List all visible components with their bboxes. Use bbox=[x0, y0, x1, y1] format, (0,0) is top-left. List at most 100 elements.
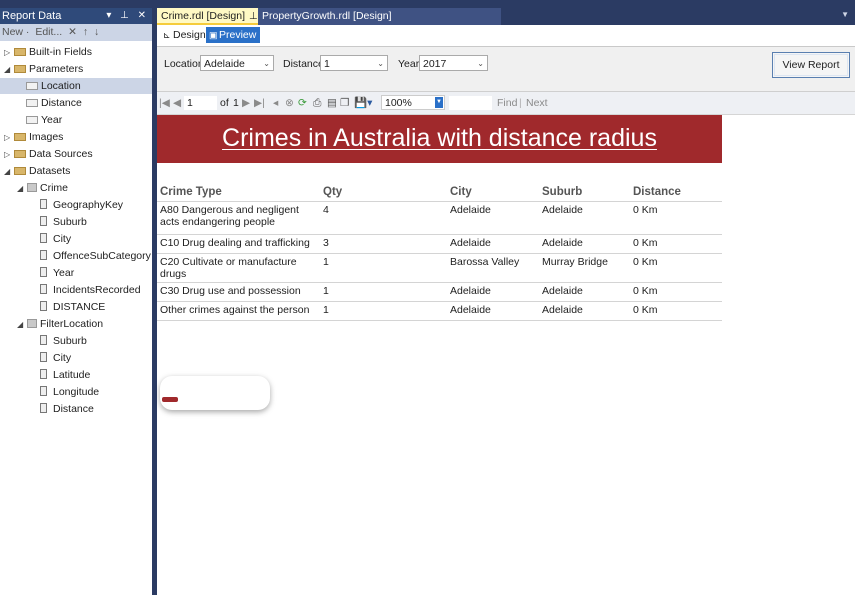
field-icon bbox=[40, 233, 47, 243]
cell-city: Adelaide bbox=[447, 201, 539, 235]
collapse-arrow-icon[interactable]: ◢ bbox=[17, 181, 27, 197]
parameter-icon bbox=[26, 99, 38, 107]
dataset-icon bbox=[27, 183, 37, 192]
expand-arrow-icon[interactable]: ▷ bbox=[4, 147, 14, 163]
move-up-icon[interactable]: ↑ bbox=[83, 26, 88, 38]
last-page-icon[interactable]: ▶| bbox=[254, 96, 265, 110]
tree-field[interactable]: Latitude bbox=[38, 367, 90, 383]
cell-distance: 0 Km bbox=[630, 234, 722, 254]
next-button[interactable]: Next bbox=[526, 96, 548, 110]
parameter-icon bbox=[26, 82, 38, 90]
tree-field[interactable]: Suburb bbox=[38, 214, 87, 230]
tree-field[interactable]: Year bbox=[38, 265, 74, 281]
tree-built-in-fields[interactable]: ▷ Built-in Fields bbox=[4, 44, 92, 60]
tab-crime-rdl[interactable]: Crime.rdl [Design]⊥✕ bbox=[157, 8, 270, 25]
table-row: A80 Dangerous and negligent acts endange… bbox=[157, 201, 722, 235]
preview-icon: ▣ bbox=[209, 30, 218, 40]
cell-crime-type: C10 Drug dealing and trafficking bbox=[157, 234, 320, 254]
tree-field[interactable]: City bbox=[38, 350, 71, 366]
total-pages: 1 bbox=[233, 97, 239, 109]
export-icon[interactable]: 💾▾ bbox=[354, 96, 372, 110]
cell-distance: 0 Km bbox=[630, 253, 722, 283]
cell-qty: 3 bbox=[320, 234, 447, 254]
of-label: of bbox=[220, 97, 229, 109]
popup-accent-mark bbox=[162, 397, 178, 402]
first-page-icon[interactable]: |◀ bbox=[159, 96, 170, 110]
preview-button[interactable]: ▣Preview bbox=[206, 27, 261, 43]
tree-images[interactable]: ▷ Images bbox=[4, 129, 63, 145]
delete-icon[interactable]: ✕ bbox=[68, 26, 77, 38]
collapse-arrow-icon[interactable]: ◢ bbox=[4, 62, 14, 78]
tree-datasets[interactable]: ◢ Datasets bbox=[4, 163, 70, 179]
tree-dataset-crime[interactable]: ◢ Crime bbox=[17, 180, 68, 196]
year-select[interactable]: 2017 ⌄ bbox=[419, 55, 488, 71]
tabs-dropdown-icon[interactable]: ▼ bbox=[841, 10, 849, 19]
table-row: C30 Drug use and possession 1 Adelaide A… bbox=[157, 282, 722, 302]
collapse-arrow-icon[interactable]: ◢ bbox=[17, 317, 27, 333]
page-setup-icon[interactable]: ❐ bbox=[340, 96, 349, 110]
expand-arrow-icon[interactable]: ▷ bbox=[4, 45, 14, 61]
report-title: Crimes in Australia with distance radius bbox=[157, 115, 722, 163]
collapse-arrow-icon[interactable]: ◢ bbox=[4, 164, 14, 180]
tree-param-year[interactable]: Year bbox=[26, 112, 62, 128]
tree-field[interactable]: City bbox=[38, 231, 71, 247]
find-button[interactable]: Find bbox=[497, 96, 517, 110]
find-input[interactable] bbox=[449, 96, 492, 110]
folder-icon bbox=[14, 48, 26, 56]
tree-field[interactable]: DISTANCE bbox=[38, 299, 105, 315]
back-icon[interactable]: ◂ bbox=[273, 96, 278, 110]
panel-window-buttons[interactable]: ▾ ⊥ ✕ bbox=[106, 8, 149, 24]
edit-button[interactable]: Edit... bbox=[35, 26, 62, 38]
cell-qty: 1 bbox=[320, 253, 447, 283]
panel-title: Report Data bbox=[2, 10, 62, 22]
crime-table: Crime Type Qty City Suburb Distance A80 … bbox=[157, 181, 722, 321]
previous-page-icon[interactable]: ◀ bbox=[173, 96, 181, 110]
cell-qty: 1 bbox=[320, 282, 447, 302]
next-page-icon[interactable]: ▶ bbox=[242, 96, 250, 110]
tab-propertygrowth-rdl[interactable]: PropertyGrowth.rdl [Design] bbox=[258, 8, 501, 25]
new-button[interactable]: New · bbox=[2, 26, 29, 38]
tree-parameters[interactable]: ◢ Parameters bbox=[4, 61, 83, 77]
tree-field[interactable]: Suburb bbox=[38, 333, 87, 349]
tree-param-distance[interactable]: Distance bbox=[26, 95, 82, 111]
field-icon bbox=[40, 199, 47, 209]
location-select[interactable]: Adelaide ⌄ bbox=[200, 55, 274, 71]
field-icon bbox=[40, 301, 47, 311]
stop-icon[interactable]: ⊗ bbox=[285, 96, 294, 110]
cell-suburb: Adelaide bbox=[539, 301, 630, 321]
column-header: Qty bbox=[320, 181, 447, 202]
page-number-input[interactable]: 1 bbox=[184, 96, 217, 110]
cell-crime-type: A80 Dangerous and negligent acts endange… bbox=[157, 201, 320, 235]
tree-dataset-filterlocation[interactable]: ◢ FilterLocation bbox=[17, 316, 103, 332]
expand-arrow-icon[interactable]: ▷ bbox=[4, 130, 14, 146]
cell-crime-type: C20 Cultivate or manufacture drugs bbox=[157, 253, 320, 283]
view-report-button[interactable]: View Report bbox=[772, 52, 850, 78]
tree-param-location[interactable]: Location bbox=[0, 78, 152, 94]
design-button[interactable]: ⊾ Design bbox=[160, 27, 210, 43]
parameter-bar: Location Adelaide ⌄ Distance 1 ⌄ Year 2017… bbox=[157, 47, 855, 92]
tree-field[interactable]: OffenceSubCategory bbox=[38, 248, 151, 264]
field-icon bbox=[40, 267, 47, 277]
print-icon[interactable]: ⎙ bbox=[313, 96, 321, 110]
refresh-icon[interactable]: ⟳ bbox=[298, 96, 307, 110]
tree-data-sources[interactable]: ▷ Data Sources bbox=[4, 146, 93, 162]
pin-icon[interactable]: ⊥ bbox=[249, 11, 258, 22]
tree-field[interactable]: IncidentsRecorded bbox=[38, 282, 141, 298]
print-layout-icon[interactable]: ▤ bbox=[327, 96, 337, 110]
distance-label: Distance bbox=[283, 58, 324, 70]
dataset-icon bbox=[27, 319, 37, 328]
distance-select[interactable]: 1 ⌄ bbox=[320, 55, 388, 71]
chevron-down-icon: ⌄ bbox=[477, 59, 484, 68]
field-icon bbox=[40, 369, 47, 379]
zoom-select[interactable]: 100% ▼ bbox=[381, 95, 445, 110]
cell-city: Adelaide bbox=[447, 282, 539, 302]
tree-field[interactable]: GeographyKey bbox=[38, 197, 123, 213]
toolbar-separator: | bbox=[519, 97, 522, 109]
field-icon bbox=[40, 386, 47, 396]
floating-popup bbox=[160, 376, 270, 410]
tree-field[interactable]: Distance bbox=[38, 401, 94, 417]
tree-field[interactable]: Longitude bbox=[38, 384, 99, 400]
move-down-icon[interactable]: ↓ bbox=[94, 26, 99, 38]
folder-icon bbox=[14, 167, 26, 175]
cell-distance: 0 Km bbox=[630, 301, 722, 321]
